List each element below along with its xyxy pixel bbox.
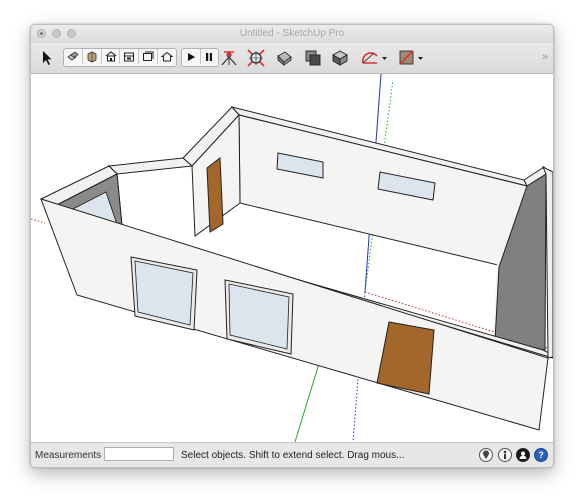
- measurements-label: Measurements: [35, 450, 102, 461]
- window-title: Untitled - SketchUp Pro: [239, 28, 345, 39]
- geo-location-icon: [483, 450, 489, 459]
- geo-location-button[interactable]: [479, 448, 493, 462]
- position-camera-icon: [399, 50, 423, 65]
- extension-warehouse-button[interactable]: [120, 49, 140, 64]
- section-display-icon: [305, 50, 321, 66]
- credits-icon: [503, 450, 507, 459]
- section-plane-icon: [277, 51, 292, 66]
- account-button[interactable]: [516, 448, 530, 462]
- status-bar: Measurements Select objects. Shift to ex…: [31, 442, 553, 467]
- help-button[interactable]: ?: [534, 448, 548, 462]
- toolbar-overflow-button[interactable]: »: [542, 51, 548, 63]
- main-toolbar: »: [31, 43, 553, 74]
- survey-tool-button[interactable]: [218, 47, 240, 69]
- components-button[interactable]: [64, 49, 83, 64]
- materials-button[interactable]: [83, 49, 102, 64]
- extension-warehouse-icon: [124, 52, 135, 62]
- home-view-button[interactable]: [158, 49, 176, 64]
- warehouse-icon: [105, 51, 116, 62]
- components-icon: [67, 51, 79, 61]
- protractor-icon: [361, 52, 387, 64]
- back-wall-inner: [238, 114, 528, 273]
- layout-icon: [143, 51, 154, 61]
- credits-button[interactable]: [498, 448, 512, 462]
- select-tool-button[interactable]: [39, 49, 55, 67]
- animation-toolbar-group: [181, 48, 219, 67]
- pause-button[interactable]: [201, 49, 219, 64]
- play-icon: [187, 52, 195, 61]
- section-plane-button[interactable]: [273, 47, 295, 69]
- pause-icon: [206, 52, 213, 61]
- layout-button[interactable]: [139, 49, 159, 64]
- section-cut-icon: [332, 50, 348, 66]
- camera-tool-button[interactable]: [396, 47, 426, 69]
- account-icon: [519, 451, 527, 459]
- protractor-tool-button[interactable]: [359, 47, 389, 69]
- zoom-extents-icon: [247, 49, 265, 67]
- back-door: [206, 157, 224, 233]
- measurements-input[interactable]: [104, 447, 174, 461]
- status-message: Select objects. Shift to extend select. …: [181, 450, 405, 461]
- play-button[interactable]: [182, 49, 201, 64]
- app-window: Untitled - SketchUp Pro » Measurements S…: [30, 24, 554, 468]
- model-canvas[interactable]: [31, 74, 553, 442]
- display-section-cuts-button[interactable]: [329, 47, 351, 69]
- red-axis-negative: [31, 218, 46, 224]
- warehouse-toolbar-group: [63, 48, 177, 67]
- select-arrow-icon: [43, 51, 52, 65]
- 3d-warehouse-button[interactable]: [102, 49, 121, 64]
- help-icon: ?: [538, 450, 544, 460]
- survey-icon: [221, 51, 237, 66]
- display-section-planes-button[interactable]: [302, 47, 324, 69]
- zoom-extents-button[interactable]: [245, 47, 267, 69]
- title-bar: Untitled - SketchUp Pro: [31, 25, 553, 43]
- materials-icon: [87, 51, 97, 62]
- home-view-icon: [161, 51, 174, 62]
- drawing-viewport[interactable]: [31, 74, 553, 442]
